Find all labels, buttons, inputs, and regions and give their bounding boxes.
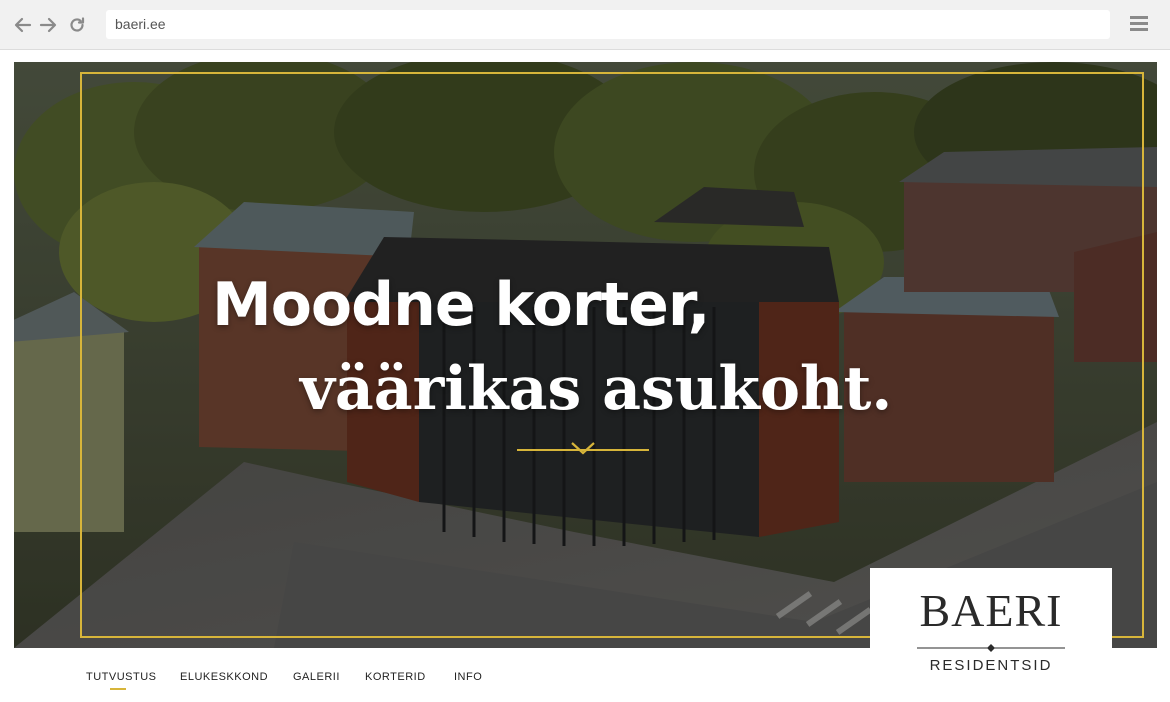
address-bar[interactable]: baeri.ee <box>106 10 1110 39</box>
reload-button[interactable] <box>66 14 88 36</box>
hamburger-menu-icon <box>1130 16 1148 31</box>
chevron-down-icon <box>517 442 649 455</box>
browser-toolbar: baeri.ee <box>0 0 1170 50</box>
active-nav-indicator <box>110 688 126 690</box>
back-button[interactable] <box>12 14 34 36</box>
arrow-left-icon <box>14 17 32 33</box>
reload-icon <box>70 17 85 32</box>
logo-subtitle: RESIDENTSID <box>929 657 1053 674</box>
logo-divider <box>917 644 1065 652</box>
hero-headline-line1: Moodne korter, <box>212 270 710 340</box>
logo-wordmark: BAERI <box>919 585 1063 636</box>
nav-item-elukeskkond[interactable]: ELUKESKKOND <box>180 671 268 683</box>
forward-button[interactable] <box>37 14 59 36</box>
nav-item-tutvustus[interactable]: TUTVUSTUS <box>86 671 157 683</box>
hero-headline-line2: väärikas asukoht. <box>300 354 893 424</box>
web-page: Moodne korter, väärikas asukoht. BAERI R… <box>0 50 1170 702</box>
browser-menu-button[interactable] <box>1129 14 1151 36</box>
brand-logo[interactable]: BAERI RESIDENTSID <box>870 568 1112 702</box>
nav-item-galerii[interactable]: GALERII <box>293 671 340 683</box>
hero-section: Moodne korter, väärikas asukoht. <box>14 62 1157 648</box>
nav-item-korterid[interactable]: KORTERID <box>365 671 426 683</box>
scroll-down-button[interactable] <box>517 442 649 460</box>
arrow-right-icon <box>39 17 57 33</box>
nav-item-info[interactable]: INFO <box>454 671 482 683</box>
